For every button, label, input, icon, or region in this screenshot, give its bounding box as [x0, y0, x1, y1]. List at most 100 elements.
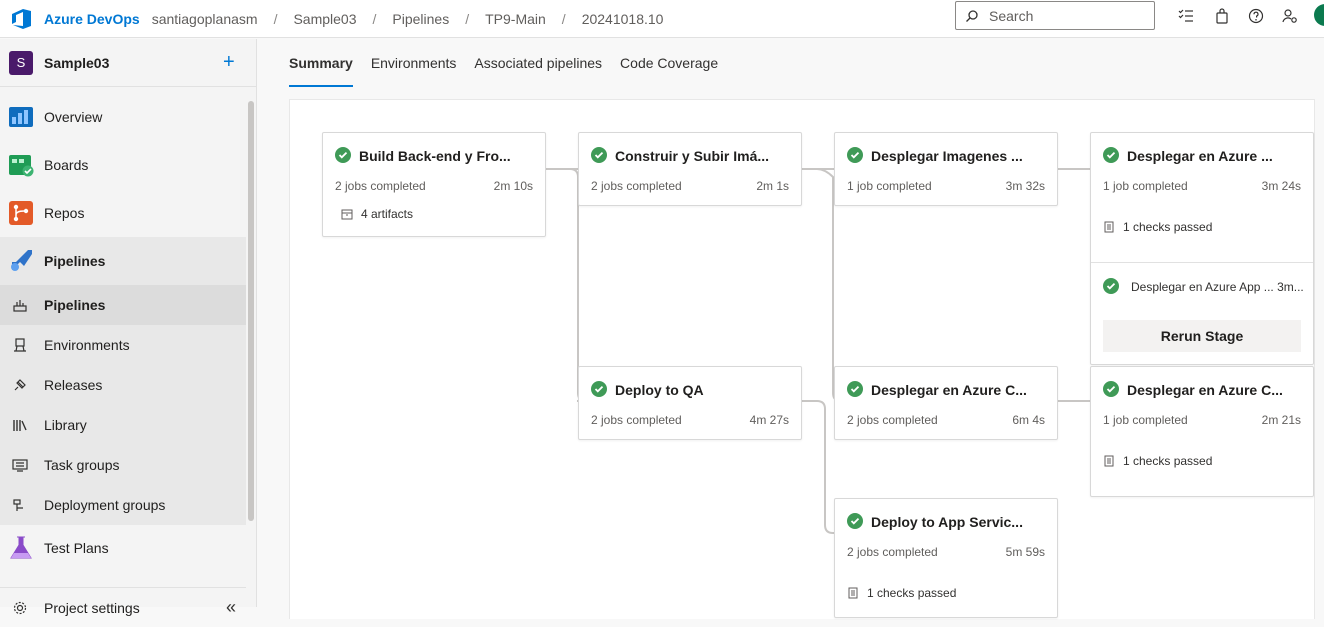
sidebar-scrollbar[interactable] [246, 89, 256, 609]
shopping-bag-icon[interactable] [1213, 7, 1231, 25]
search-placeholder: Search [989, 7, 1034, 24]
sidebar-item-task-groups[interactable]: Task groups [0, 445, 246, 485]
repos-icon [9, 201, 33, 225]
stage-card[interactable]: Construir y Subir Imá... 2 jobs complete… [578, 132, 802, 206]
releases-icon [14, 379, 26, 391]
help-icon[interactable] [1247, 7, 1265, 25]
stage-card[interactable]: Desplegar en Azure C... 2 jobs completed… [834, 366, 1058, 440]
search-box[interactable]: Search [955, 1, 1155, 30]
stage-card[interactable]: Deploy to App Servic... 2 jobs completed… [834, 498, 1058, 618]
add-icon[interactable]: + [223, 51, 235, 74]
stage-duration: 5m 59s [1005, 545, 1045, 559]
artifacts-label: 4 artifacts [361, 207, 414, 221]
sidebar-item-pipelines[interactable]: Pipelines [0, 237, 246, 285]
stage-title[interactable]: Desplegar en Azure ... [1127, 148, 1273, 164]
checks-link[interactable]: 1 checks passed [1103, 454, 1212, 468]
project-header[interactable]: S Sample03 + [0, 39, 256, 87]
success-check-icon [1103, 381, 1119, 397]
breadcrumb-pipeline[interactable]: TP9-Main [485, 11, 546, 27]
stage-duration: 6m 4s [1012, 413, 1045, 427]
brand-link[interactable]: Azure DevOps [44, 11, 140, 27]
stage-card-expanded[interactable]: Desplegar en Azure ... 1 job completed 3… [1090, 132, 1314, 365]
azure-devops-logo-icon[interactable] [10, 7, 34, 31]
breadcrumb-run[interactable]: 20241018.10 [582, 11, 664, 27]
sidebar-item-label: Pipelines [44, 297, 106, 313]
breadcrumb-pipelines[interactable]: Pipelines [392, 11, 449, 27]
sidebar-item-deployment-groups[interactable]: Deployment groups [0, 485, 246, 525]
project-name[interactable]: Sample03 [44, 55, 109, 71]
success-check-icon [1103, 278, 1119, 294]
success-check-icon [591, 381, 607, 397]
sidebar-item-boards[interactable]: Boards [0, 141, 246, 189]
breadcrumb-separator: / [372, 10, 377, 27]
search-icon [966, 9, 978, 22]
success-check-icon [847, 513, 863, 529]
sidebar-item-repos[interactable]: Repos [0, 189, 246, 237]
stage-jobs-status: 2 jobs completed [335, 179, 426, 193]
sidebar-item-label: Boards [44, 157, 89, 173]
stage-card[interactable]: Desplegar Imagenes ... 1 job completed 3… [834, 132, 1058, 206]
sidebar-item-releases[interactable]: Releases [0, 365, 246, 405]
checklist-icon [1104, 221, 1114, 233]
stage-jobs-status: 1 job completed [1103, 413, 1188, 427]
sidebar-item-label: Overview [44, 109, 103, 125]
stage-title[interactable]: Desplegar en Azure C... [1127, 382, 1283, 398]
avatar[interactable] [1314, 4, 1324, 26]
tab-summary[interactable]: Summary [289, 55, 353, 87]
sidebar-item-environments[interactable]: Environments [0, 325, 246, 365]
breadcrumb-project[interactable]: Sample03 [293, 11, 356, 27]
breadcrumb-separator: / [561, 10, 566, 27]
artifacts-link[interactable]: 4 artifacts [341, 207, 413, 221]
sidebar-item-label: Task groups [44, 457, 120, 473]
sidebar-item-label: Repos [44, 205, 85, 221]
checks-link[interactable]: 1 checks passed [847, 586, 956, 600]
sidebar-item-label: Pipelines [44, 253, 106, 269]
sidebar-item-overview[interactable]: Overview [0, 93, 246, 141]
project-avatar: S [9, 50, 33, 75]
sidebar-item-pipelines-sub[interactable]: Pipelines [0, 285, 246, 325]
sidebar-item-label: Project settings [44, 599, 140, 616]
scrollbar-thumb[interactable] [248, 101, 254, 521]
user-settings-icon[interactable] [1281, 7, 1299, 25]
stage-duration: 2m 21s [1261, 413, 1301, 427]
task-list-icon[interactable] [1177, 7, 1195, 25]
stage-duration: 2m 10s [493, 179, 533, 193]
breadcrumb-separator: / [273, 10, 278, 27]
stage-title[interactable]: Build Back-end y Fro... [359, 148, 511, 164]
sidebar-item-test-plans[interactable]: Test Plans [0, 525, 246, 571]
collapse-sidebar-icon[interactable]: « [226, 597, 236, 618]
stage-divider [1091, 262, 1313, 263]
sidebar: S Sample03 + Overview Boards Repos Pipel… [0, 39, 257, 617]
stage-title[interactable]: Construir y Subir Imá... [615, 148, 769, 164]
sidebar-item-label: Test Plans [44, 540, 109, 556]
pipelines-icon [11, 250, 32, 271]
sidebar-item-label: Environments [44, 337, 130, 353]
checks-link[interactable]: 1 checks passed [1103, 220, 1212, 234]
stage-card[interactable]: Desplegar en Azure C... 1 job completed … [1090, 366, 1314, 497]
stage-duration: 4m 27s [749, 413, 789, 427]
sidebar-item-project-settings[interactable]: Project settings « [0, 587, 246, 627]
stage-title[interactable]: Desplegar en Azure C... [871, 382, 1027, 398]
sidebar-item-library[interactable]: Library [0, 405, 246, 445]
job-row[interactable]: Desplegar en Azure App ... 3m... [1131, 280, 1304, 294]
rerun-stage-button[interactable]: Rerun Stage [1103, 320, 1301, 352]
stage-jobs-status: 2 jobs completed [847, 413, 938, 427]
stage-card[interactable]: Build Back-end y Fro... 2 jobs completed… [322, 132, 546, 237]
stage-jobs-status: 1 job completed [847, 179, 932, 193]
checklist-icon [1104, 455, 1114, 467]
sidebar-item-label: Deployment groups [44, 497, 166, 513]
boards-icon [9, 155, 34, 177]
tab-associated-pipelines[interactable]: Associated pipelines [474, 55, 602, 87]
breadcrumb-org[interactable]: santiagoplanasm [152, 11, 258, 27]
gear-icon [13, 601, 27, 615]
stage-jobs-status: 2 jobs completed [847, 545, 938, 559]
stage-card[interactable]: Deploy to QA 2 jobs completed 4m 27s [578, 366, 802, 440]
stage-title[interactable]: Desplegar Imagenes ... [871, 148, 1023, 164]
success-check-icon [335, 147, 351, 163]
stage-title[interactable]: Deploy to App Servic... [871, 514, 1023, 530]
tab-code-coverage[interactable]: Code Coverage [620, 55, 718, 87]
task-groups-icon [12, 459, 28, 472]
stage-title[interactable]: Deploy to QA [615, 382, 704, 398]
stage-jobs-status: 2 jobs completed [591, 413, 682, 427]
tab-environments[interactable]: Environments [371, 55, 457, 87]
